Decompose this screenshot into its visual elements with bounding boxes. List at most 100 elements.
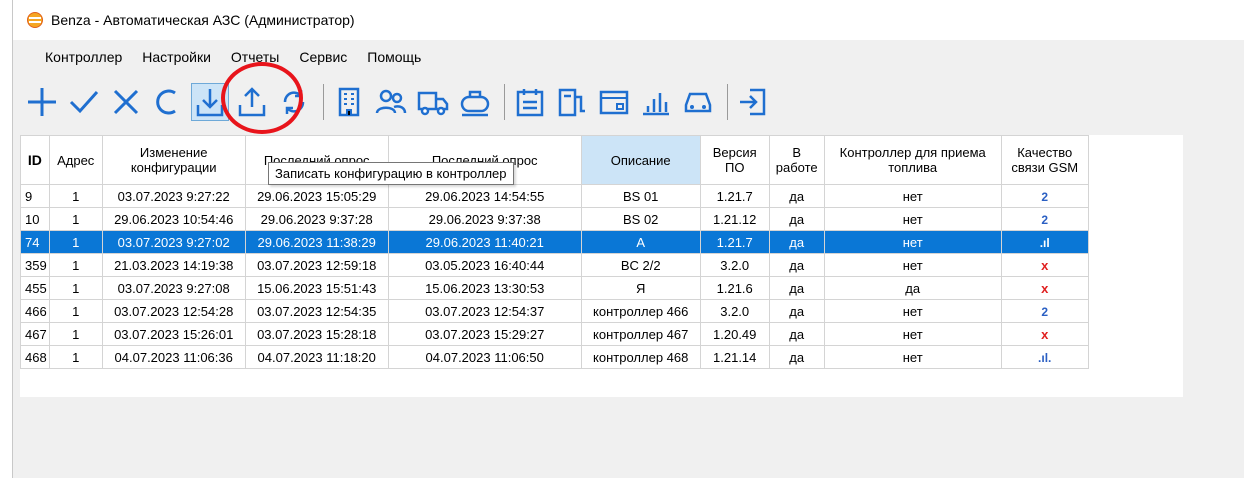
cell-last-poll-2[interactable]: 29.06.2023 11:40:21 xyxy=(387,230,582,254)
cell-gsm-quality[interactable]: .ıl. xyxy=(1000,345,1089,369)
cell-address[interactable]: 1 xyxy=(48,299,103,323)
cell-last-poll-2[interactable]: 29.06.2023 9:37:38 xyxy=(387,207,582,231)
login-button[interactable] xyxy=(734,83,772,121)
cell-config-changed[interactable]: 21.03.2023 14:19:38 xyxy=(101,253,246,277)
cell-last-poll-2[interactable]: 03.07.2023 15:29:27 xyxy=(387,322,582,346)
cards-button[interactable] xyxy=(595,83,633,121)
cell-firmware[interactable]: 1.20.49 xyxy=(699,322,770,346)
cell-id[interactable]: 455 xyxy=(20,276,50,300)
cell-last-poll-1[interactable]: 29.06.2023 11:38:29 xyxy=(244,230,389,254)
cell-gsm-quality[interactable]: 2 xyxy=(1000,299,1089,323)
cell-config-changed[interactable]: 03.07.2023 9:27:22 xyxy=(101,184,246,208)
cell-id[interactable]: 74 xyxy=(20,230,50,254)
cell-last-poll-2[interactable]: 03.05.2023 16:40:44 xyxy=(387,253,582,277)
cell-id[interactable]: 359 xyxy=(20,253,50,277)
cell-in-work[interactable]: да xyxy=(768,230,825,254)
cell-in-work[interactable]: да xyxy=(768,253,825,277)
cell-last-poll-1[interactable]: 04.07.2023 11:18:20 xyxy=(244,345,389,369)
menu-controller[interactable]: Контроллер xyxy=(35,46,132,68)
cell-in-work[interactable]: да xyxy=(768,322,825,346)
cell-fuel-receiving[interactable]: нет xyxy=(823,184,1002,208)
cell-last-poll-2[interactable]: 03.07.2023 12:54:37 xyxy=(387,299,582,323)
cell-gsm-quality[interactable]: x xyxy=(1000,276,1089,300)
tanks-button[interactable] xyxy=(456,83,494,121)
menu-service[interactable]: Сервис xyxy=(289,46,357,68)
cell-description[interactable]: Я xyxy=(580,276,701,300)
cell-firmware[interactable]: 3.2.0 xyxy=(699,299,770,323)
table-row[interactable]: 74 1 03.07.2023 9:27:02 29.06.2023 11:38:29… xyxy=(20,230,1089,254)
cell-description[interactable]: контроллер 468 xyxy=(580,345,701,369)
cell-id[interactable]: 466 xyxy=(20,299,50,323)
cell-fuel-receiving[interactable]: нет xyxy=(823,230,1002,254)
cell-gsm-quality[interactable]: x xyxy=(1000,253,1089,277)
cell-address[interactable]: 1 xyxy=(48,322,103,346)
cell-firmware[interactable]: 1.21.7 xyxy=(699,184,770,208)
cell-config-changed[interactable]: 03.07.2023 15:26:01 xyxy=(101,322,246,346)
delete-button[interactable] xyxy=(107,83,145,121)
cell-fuel-receiving[interactable]: нет xyxy=(823,345,1002,369)
table-row[interactable]: 466 1 03.07.2023 12:54:28 03.07.2023 12:54:… xyxy=(20,299,1089,323)
cell-last-poll-1[interactable]: 03.07.2023 12:59:18 xyxy=(244,253,389,277)
table-row[interactable]: 467 1 03.07.2023 15:26:01 03.07.2023 15:28:… xyxy=(20,322,1089,346)
cell-id[interactable]: 9 xyxy=(20,184,50,208)
cell-last-poll-2[interactable]: 29.06.2023 14:54:55 xyxy=(387,184,582,208)
table-row[interactable]: 10 1 29.06.2023 10:54:46 29.06.2023 9:37:28… xyxy=(20,207,1089,231)
cell-fuel-receiving[interactable]: нет xyxy=(823,207,1002,231)
transport-button[interactable] xyxy=(679,83,717,121)
cell-description[interactable]: BC 2/2 xyxy=(580,253,701,277)
cell-fuel-receiving[interactable]: нет xyxy=(823,299,1002,323)
cell-in-work[interactable]: да xyxy=(768,299,825,323)
cell-id[interactable]: 467 xyxy=(20,322,50,346)
cell-in-work[interactable]: да xyxy=(768,184,825,208)
sync-button[interactable] xyxy=(275,83,313,121)
reports-button[interactable] xyxy=(637,83,675,121)
menu-reports[interactable]: Отчеты xyxy=(221,46,289,68)
cell-last-poll-1[interactable]: 15.06.2023 15:51:43 xyxy=(244,276,389,300)
cell-last-poll-2[interactable]: 15.06.2023 13:30:53 xyxy=(387,276,582,300)
cell-address[interactable]: 1 xyxy=(48,253,103,277)
read-config-button[interactable] xyxy=(233,83,271,121)
schedule-button[interactable] xyxy=(511,83,549,121)
cell-id[interactable]: 10 xyxy=(20,207,50,231)
cell-description[interactable]: BS 01 xyxy=(580,184,701,208)
cell-config-changed[interactable]: 03.07.2023 9:27:02 xyxy=(101,230,246,254)
menu-settings[interactable]: Настройки xyxy=(132,46,221,68)
cell-description[interactable]: контроллер 466 xyxy=(580,299,701,323)
refresh-button[interactable] xyxy=(149,83,187,121)
stations-button[interactable] xyxy=(330,83,368,121)
cell-address[interactable]: 1 xyxy=(48,276,103,300)
cell-in-work[interactable]: да xyxy=(768,345,825,369)
cell-config-changed[interactable]: 03.07.2023 12:54:28 xyxy=(101,299,246,323)
col-firmware[interactable]: Версия ПО xyxy=(699,135,770,185)
col-in-work[interactable]: В работе xyxy=(768,135,825,185)
fuel-button[interactable] xyxy=(553,83,591,121)
table-row[interactable]: 455 1 03.07.2023 9:27:08 15.06.2023 15:51:4… xyxy=(20,276,1089,300)
cell-in-work[interactable]: да xyxy=(768,276,825,300)
cell-description[interactable]: A xyxy=(580,230,701,254)
cell-config-changed[interactable]: 04.07.2023 11:06:36 xyxy=(101,345,246,369)
cell-last-poll-1[interactable]: 03.07.2023 12:54:35 xyxy=(244,299,389,323)
cell-description[interactable]: BS 02 xyxy=(580,207,701,231)
write-config-button[interactable] xyxy=(191,83,229,121)
cell-firmware[interactable]: 3.2.0 xyxy=(699,253,770,277)
cell-gsm-quality[interactable]: 2 xyxy=(1000,184,1089,208)
cell-gsm-quality[interactable]: x xyxy=(1000,322,1089,346)
col-address[interactable]: Адрес xyxy=(48,135,103,185)
cell-address[interactable]: 1 xyxy=(48,184,103,208)
col-description[interactable]: Описание xyxy=(580,135,701,185)
col-id[interactable]: ID xyxy=(20,135,50,185)
cell-gsm-quality[interactable]: 2 xyxy=(1000,207,1089,231)
users-button[interactable] xyxy=(372,83,410,121)
cell-fuel-receiving[interactable]: да xyxy=(823,276,1002,300)
col-fuel-receiving[interactable]: Контроллер для приема топлива xyxy=(823,135,1002,185)
cell-firmware[interactable]: 1.21.12 xyxy=(699,207,770,231)
apply-button[interactable] xyxy=(65,83,103,121)
table-row[interactable]: 359 1 21.03.2023 14:19:38 03.07.2023 12:59:… xyxy=(20,253,1089,277)
cell-config-changed[interactable]: 29.06.2023 10:54:46 xyxy=(101,207,246,231)
cell-fuel-receiving[interactable]: нет xyxy=(823,253,1002,277)
cell-fuel-receiving[interactable]: нет xyxy=(823,322,1002,346)
table-row[interactable]: 9 1 03.07.2023 9:27:22 29.06.2023 15:05:29 2… xyxy=(20,184,1089,208)
cell-address[interactable]: 1 xyxy=(48,207,103,231)
vehicles-button[interactable] xyxy=(414,83,452,121)
cell-address[interactable]: 1 xyxy=(48,230,103,254)
